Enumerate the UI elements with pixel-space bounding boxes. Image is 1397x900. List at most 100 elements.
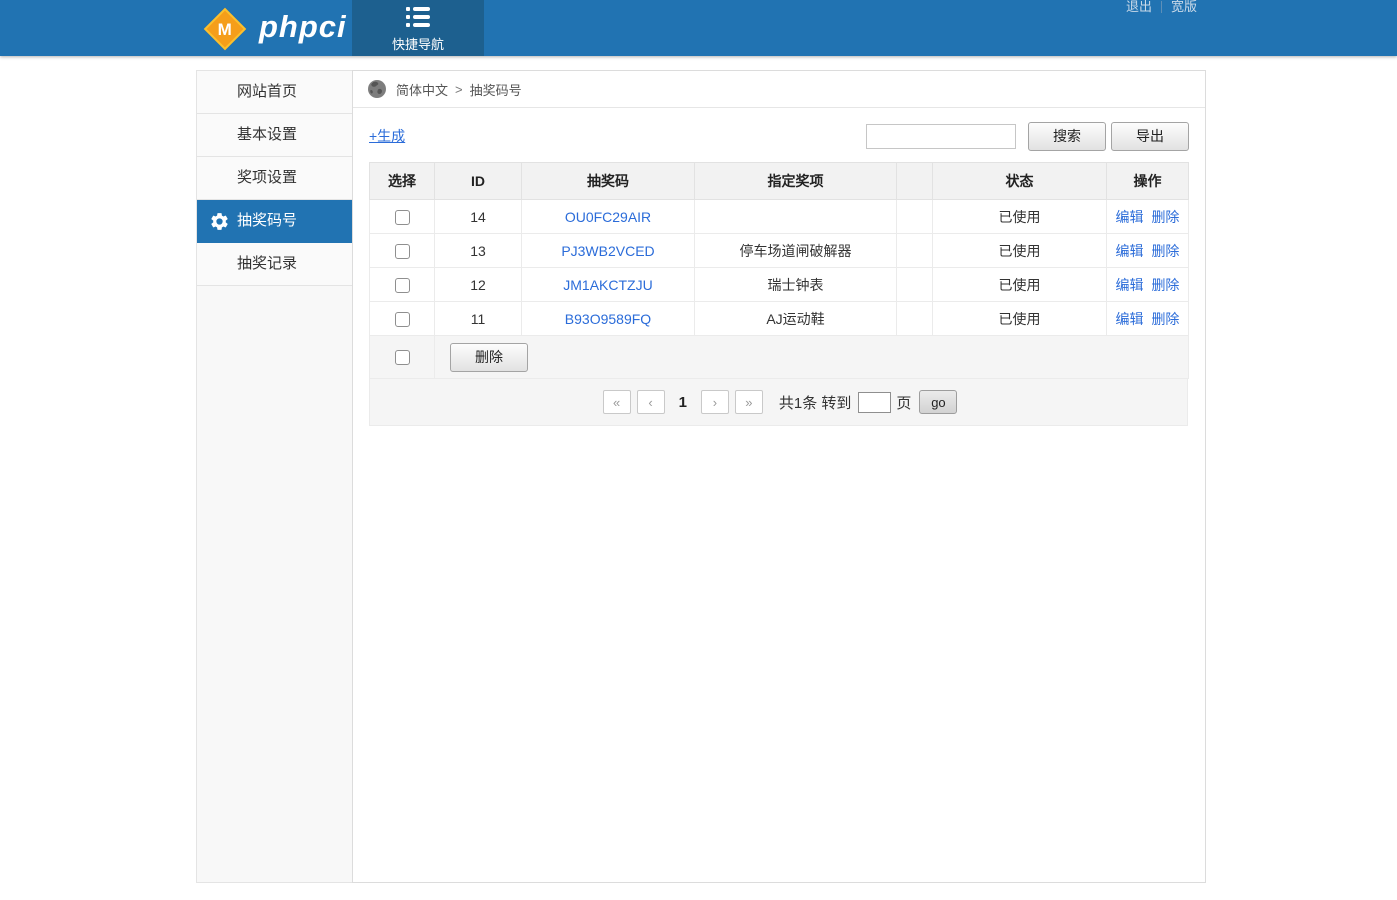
row-select-cell (370, 268, 435, 302)
sidebar-item-4[interactable]: 抽奖记录 (197, 243, 352, 286)
row-actions: 编辑 删除 (1107, 200, 1189, 234)
row-select-cell (370, 200, 435, 234)
table-row: 14 OU0FC29AIR 已使用 编辑 删除 (370, 200, 1189, 234)
globe-icon (367, 79, 387, 99)
topbar-links: 退出 宽版 (1126, 0, 1197, 14)
row-id: 11 (435, 302, 522, 336)
row-prize: 停车场道闸破解器 (695, 234, 897, 268)
pagination-bar: « ‹ 1 › » 共1条 转到 页 go (369, 379, 1188, 426)
row-id: 14 (435, 200, 522, 234)
breadcrumb-language[interactable]: 简体中文 (396, 80, 448, 99)
search-button[interactable]: 搜索 (1028, 122, 1106, 151)
table-header-row: 选择ID抽奖码指定奖项状态操作 (370, 163, 1189, 200)
row-checkbox[interactable] (395, 244, 410, 259)
delete-link[interactable]: 删除 (1151, 277, 1179, 293)
edit-link[interactable]: 编辑 (1116, 277, 1144, 293)
main-layout: 网站首页基本设置奖项设置 抽奖码号抽奖记录 简体中文 > 抽奖码号 +生成 搜索… (196, 70, 1198, 883)
row-empty-cell (897, 302, 933, 336)
row-status: 已使用 (933, 268, 1107, 302)
code-link[interactable]: OU0FC29AIR (565, 209, 651, 225)
links-divider (1161, 1, 1162, 13)
prev-page-button[interactable]: ‹ (637, 390, 665, 414)
column-header: ID (435, 163, 522, 200)
table-row: 12 JM1AKCTZJU 瑞士钟表 已使用 编辑 删除 (370, 268, 1189, 302)
sidebar: 网站首页基本设置奖项设置 抽奖码号抽奖记录 (196, 70, 352, 883)
row-status: 已使用 (933, 200, 1107, 234)
row-empty-cell (897, 200, 933, 234)
bulk-delete-button[interactable]: 删除 (450, 343, 528, 372)
row-actions: 编辑 删除 (1107, 302, 1189, 336)
edit-link[interactable]: 编辑 (1116, 311, 1144, 327)
toolbar-right-group: 搜索 导出 (866, 122, 1189, 151)
table-footer-row: 删除 (370, 336, 1189, 379)
select-all-checkbox[interactable] (395, 350, 410, 365)
toolbar: +生成 搜索 导出 (369, 121, 1189, 151)
row-id: 12 (435, 268, 522, 302)
content-panel: 简体中文 > 抽奖码号 +生成 搜索 导出 选择ID抽奖码指定奖项状态操作 (352, 70, 1206, 883)
sidebar-item-label: 基本设置 (237, 126, 297, 143)
list-icon (403, 3, 433, 31)
top-header-bar: M phpci 快捷导航 退出 宽版 (0, 0, 1397, 56)
delete-link[interactable]: 删除 (1151, 243, 1179, 259)
generate-link[interactable]: +生成 (369, 126, 405, 146)
table-row: 13 PJ3WB2VCED 停车场道闸破解器 已使用 编辑 删除 (370, 234, 1189, 268)
row-select-cell (370, 302, 435, 336)
sidebar-item-0[interactable]: 网站首页 (197, 71, 352, 114)
logout-link[interactable]: 退出 (1126, 0, 1152, 14)
row-status: 已使用 (933, 302, 1107, 336)
sidebar-item-2[interactable]: 奖项设置 (197, 157, 352, 200)
row-prize: 瑞士钟表 (695, 268, 897, 302)
column-header: 状态 (933, 163, 1107, 200)
codes-table: 选择ID抽奖码指定奖项状态操作 14 OU0FC29AIR 已使用 编辑 删除 … (369, 162, 1189, 379)
row-empty-cell (897, 234, 933, 268)
row-select-cell (370, 234, 435, 268)
last-page-button[interactable]: » (735, 390, 763, 414)
column-header (897, 163, 933, 200)
table-body: 14 OU0FC29AIR 已使用 编辑 删除 13 PJ3WB2VCED 停车… (370, 200, 1189, 336)
wide-version-link[interactable]: 宽版 (1171, 0, 1197, 14)
first-page-button[interactable]: « (603, 390, 631, 414)
column-header: 抽奖码 (522, 163, 695, 200)
page-unit-label: 页 (896, 392, 911, 413)
breadcrumb-current: 抽奖码号 (470, 80, 522, 99)
code-link[interactable]: PJ3WB2VCED (561, 243, 654, 259)
go-button[interactable]: go (919, 390, 957, 414)
app-logo: M phpci (204, 9, 347, 45)
current-page-number: 1 (679, 394, 687, 411)
pagination-total-text: 共1条 转到 (779, 392, 852, 413)
goto-page-input[interactable] (858, 392, 891, 413)
delete-link[interactable]: 删除 (1151, 311, 1179, 327)
delete-link[interactable]: 删除 (1151, 209, 1179, 225)
row-status: 已使用 (933, 234, 1107, 268)
edit-link[interactable]: 编辑 (1116, 209, 1144, 225)
sidebar-item-3[interactable]: 抽奖码号 (197, 200, 352, 243)
footer-actions-cell: 删除 (435, 336, 1189, 379)
row-checkbox[interactable] (395, 278, 410, 293)
code-link[interactable]: JM1AKCTZJU (563, 277, 652, 293)
row-actions: 编辑 删除 (1107, 268, 1189, 302)
row-empty-cell (897, 268, 933, 302)
sidebar-item-label: 网站首页 (237, 83, 297, 100)
row-checkbox[interactable] (395, 210, 410, 225)
row-checkbox[interactable] (395, 312, 410, 327)
export-button[interactable]: 导出 (1111, 122, 1189, 151)
sidebar-item-label: 抽奖码号 (237, 212, 297, 229)
next-page-button[interactable]: › (701, 390, 729, 414)
logo-text: phpci (259, 9, 347, 45)
search-input[interactable] (866, 124, 1016, 149)
row-prize (695, 200, 897, 234)
table-row: 11 B93O9589FQ AJ运动鞋 已使用 编辑 删除 (370, 302, 1189, 336)
sidebar-item-label: 奖项设置 (237, 169, 297, 186)
breadcrumb: 简体中文 > 抽奖码号 (353, 71, 1205, 108)
quick-nav-label: 快捷导航 (352, 34, 484, 53)
row-id: 13 (435, 234, 522, 268)
sidebar-item-1[interactable]: 基本设置 (197, 114, 352, 157)
row-prize: AJ运动鞋 (695, 302, 897, 336)
column-header: 选择 (370, 163, 435, 200)
row-actions: 编辑 删除 (1107, 234, 1189, 268)
code-link[interactable]: B93O9589FQ (565, 311, 651, 327)
nav-item-quick-navigation[interactable]: 快捷导航 (352, 0, 484, 56)
column-header: 操作 (1107, 163, 1189, 200)
edit-link[interactable]: 编辑 (1116, 243, 1144, 259)
sidebar-item-label: 抽奖记录 (237, 255, 297, 272)
